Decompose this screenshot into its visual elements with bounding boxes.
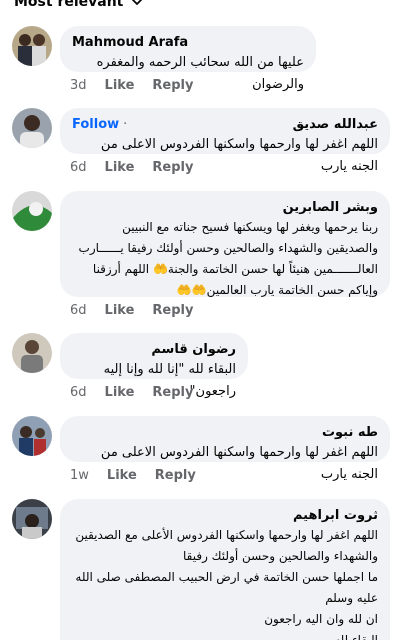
comment-author[interactable]: رضوان قاسم [72,341,236,359]
comment-actions: 6d Like Reply [70,385,193,400]
like-button[interactable]: Like [105,303,135,318]
comment-bubble: طه نبوت اللهم اغفر لها وارحمها واسكنها ا… [60,416,390,482]
comment-bubble: Mahmoud Arafa عليها من الله سحائب الرحمه… [60,26,316,92]
reply-button[interactable]: Reply [152,385,193,400]
avatar[interactable] [12,499,52,539]
reply-button[interactable]: Reply [152,303,193,318]
comment-bubble: رضوان قاسم البقاء لله "إنا لله وإنا إليه… [60,333,248,399]
comment-text: ربنا يرحمها ويغفر لها ويسكنها فسيح جناته… [78,220,378,297]
separator-dot: · [123,117,128,132]
avatar[interactable] [12,416,52,456]
avatar[interactable] [12,108,52,148]
sort-label: Most relevant [14,0,124,10]
like-button[interactable]: Like [105,385,135,400]
comment-author[interactable]: ثروت ابراهيم [72,507,378,525]
comment-bubble: وبشر الصابرين ربنا يرحمها ويغفر لها ويسك… [60,191,390,297]
comment-actions: 6d Like Reply [70,303,193,318]
comment-time[interactable]: 3d [70,78,87,93]
like-button[interactable]: Like [107,468,137,483]
comment-author[interactable]: عبدالله صديق [293,116,378,134]
follow-button[interactable]: Follow [72,117,119,132]
comment-bubble: Follow · عبدالله صديق اللهم اغفر لها وارح… [60,108,390,174]
avatar[interactable] [12,191,52,231]
reply-button[interactable]: Reply [152,160,193,175]
comment-author-row: Follow · عبدالله صديق [72,116,378,134]
comment-time[interactable]: 1w [70,468,89,483]
comment-author[interactable]: طه نبوت [72,424,378,442]
sort-dropdown[interactable]: Most relevant [14,0,143,12]
like-button[interactable]: Like [105,160,135,175]
comment-time[interactable]: 6d [70,385,87,400]
comment-author[interactable]: وبشر الصابرين [72,199,378,217]
reply-button[interactable]: Reply [152,78,193,93]
avatar[interactable] [12,26,52,66]
comment-author[interactable]: Mahmoud Arafa [72,34,304,52]
reply-button[interactable]: Reply [155,468,196,483]
comment-text: اللهم اغفر لها وارحمها واسكنها الفردوس ا… [75,528,378,640]
avatar[interactable] [12,333,52,373]
comment-actions: 1w Like Reply [70,468,196,483]
chevron-down-icon [132,0,143,5]
comment-actions: 6d Like Reply [70,160,193,175]
comment-time[interactable]: 6d [70,160,87,175]
comment-time[interactable]: 6d [70,303,87,318]
comment-actions: 3d Like Reply [70,78,193,93]
like-button[interactable]: Like [105,78,135,93]
comment-bubble: ثروت ابراهيم اللهم اغفر لها وارحمها واسك… [60,499,390,640]
